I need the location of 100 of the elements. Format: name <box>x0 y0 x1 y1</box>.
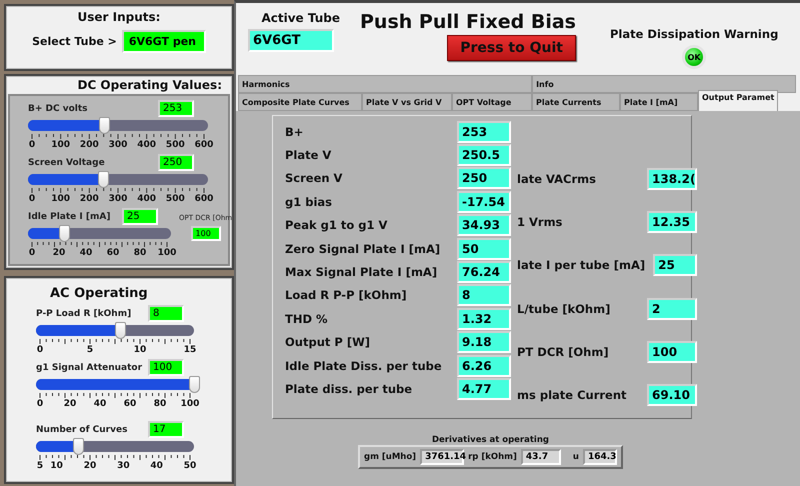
value-display: 3761.14 <box>420 449 464 465</box>
scale-label: 0 <box>36 399 44 409</box>
value-display: 17 <box>148 421 184 438</box>
panel-title: User Inputs: <box>78 10 160 24</box>
output-value: 2 <box>647 298 697 320</box>
output-label: PT DCR [Ohm] <box>517 344 609 359</box>
scale-label: 20 <box>52 248 66 258</box>
scale-label: 100 <box>51 194 70 204</box>
slider-thumb[interactable] <box>58 225 70 242</box>
tube-select-field[interactable]: 6V6GT pen <box>122 30 206 53</box>
tab[interactable]: Info <box>532 75 796 93</box>
output-value: 25 <box>653 254 697 276</box>
output-value: 253 <box>457 120 511 143</box>
output-value: 138.2( <box>647 168 697 190</box>
output-value: -17.54 <box>457 190 511 213</box>
output-value: 100 <box>647 340 697 363</box>
scale-label: 10 <box>134 345 146 355</box>
output-value: 8 <box>457 284 511 306</box>
scale-label: 40 <box>150 461 163 471</box>
scale-label: 100 <box>180 399 200 409</box>
scale-label: 80 <box>154 399 166 409</box>
slider-thumb[interactable] <box>98 171 110 188</box>
tab[interactable]: Composite Plate Curves <box>238 93 362 111</box>
scale-label: 400 <box>137 194 156 204</box>
slider-label: Screen Voltage <box>28 158 106 168</box>
value-display: 253 <box>158 100 194 117</box>
scale-label: 200 <box>80 140 99 150</box>
slider-label: P-P Load R [kOhm] <box>36 308 132 318</box>
scale-label: 0 <box>28 194 36 204</box>
tab[interactable]: OPT Voltage <box>452 93 532 111</box>
output-value: 1.32 <box>457 308 511 330</box>
value-display: 250 <box>158 154 194 171</box>
indicator-label: Plate Dissipation Warning <box>610 27 778 41</box>
output-value: 76.24 <box>457 261 511 284</box>
tab[interactable]: Plate Currents <box>532 93 620 111</box>
scale-label: 20 <box>84 461 96 471</box>
tab[interactable]: Harmonics <box>238 75 532 93</box>
scale-label: 50 <box>184 461 196 471</box>
output-label: Max Signal Plate I [mA] <box>285 265 438 280</box>
output-value: 34.93 <box>457 214 511 236</box>
scale-label: 500 <box>166 140 185 150</box>
value-display: 43.7 <box>520 449 561 465</box>
scale-label: 5 <box>36 461 44 471</box>
output-label: THD % <box>285 312 329 326</box>
scale-label: 40 <box>80 248 92 258</box>
output-value: 50 <box>457 238 511 260</box>
scale-label: 0 <box>28 248 36 258</box>
tab[interactable]: Plate V vs Grid V <box>362 93 452 111</box>
group-title: Derivatives at operating <box>432 435 549 445</box>
tab[interactable]: Output Paramet <box>698 90 778 111</box>
field-label: gm [uMho] <box>364 452 416 462</box>
output-label: Idle Plate Diss. per tube <box>285 358 443 373</box>
scale-label: 100 <box>158 248 176 258</box>
slider-thumb[interactable] <box>98 117 110 134</box>
panel-title: AC Operating <box>49 285 149 303</box>
output-value: 250.5 <box>457 144 511 166</box>
output-value: 250 <box>457 167 511 190</box>
scale-label: 80 <box>134 248 146 258</box>
scale-label: 30 <box>117 461 130 471</box>
output-label: late I per tube [mA] <box>517 258 646 272</box>
output-label: g1 bias <box>285 194 334 209</box>
output-label: Screen V <box>285 171 344 186</box>
page-title: Push Pull Fixed Bias <box>360 11 576 33</box>
tab[interactable]: Plate I [mA] <box>620 93 698 111</box>
output-value: 12.35 <box>647 211 697 234</box>
scale-label: 600 <box>194 194 214 204</box>
slider-thumb[interactable] <box>115 322 126 339</box>
slider-label: B+ DC volts <box>28 104 89 114</box>
slider-thumb[interactable] <box>73 438 84 455</box>
scale-label: 600 <box>194 140 214 150</box>
field-label: Active Tube <box>261 11 340 25</box>
quit-button[interactable]: Press to Quit <box>447 35 576 61</box>
scale-label: 300 <box>108 194 128 204</box>
status-led: OK <box>682 45 706 69</box>
output-label: ms plate Current <box>517 388 627 402</box>
output-value: 69.10 <box>647 384 697 406</box>
slider-thumb[interactable] <box>189 376 200 393</box>
output-label: 1 Vrms <box>517 215 562 230</box>
scale-label: 60 <box>124 399 136 409</box>
scale-label: 40 <box>94 399 106 409</box>
scale-label: 60 <box>106 248 120 258</box>
output-label: B+ <box>285 124 304 139</box>
scale-label: 400 <box>137 140 156 150</box>
output-label: Output P [W] <box>285 335 372 350</box>
scale-label: 500 <box>166 194 185 204</box>
scale-label: 0 <box>28 140 36 150</box>
output-label: L/tube [kOhm] <box>517 302 610 316</box>
scale-label: 100 <box>51 140 70 150</box>
scale-label: 15 <box>184 345 196 355</box>
output-label: Load R P-P [kOhm] <box>285 288 408 302</box>
output-value: 6.26 <box>457 354 511 377</box>
field-label: Select Tube > <box>32 35 117 48</box>
scale-label: 0 <box>36 345 44 355</box>
value-display: 164.3 <box>582 449 617 465</box>
scale-label: 5 <box>86 345 94 355</box>
output-label: late VACrms <box>517 172 596 186</box>
output-value: 4.77 <box>457 378 511 400</box>
scale-label: 300 <box>108 140 128 150</box>
active-tube-display: 6V6GT <box>248 29 334 52</box>
field-label: u <box>572 452 579 462</box>
